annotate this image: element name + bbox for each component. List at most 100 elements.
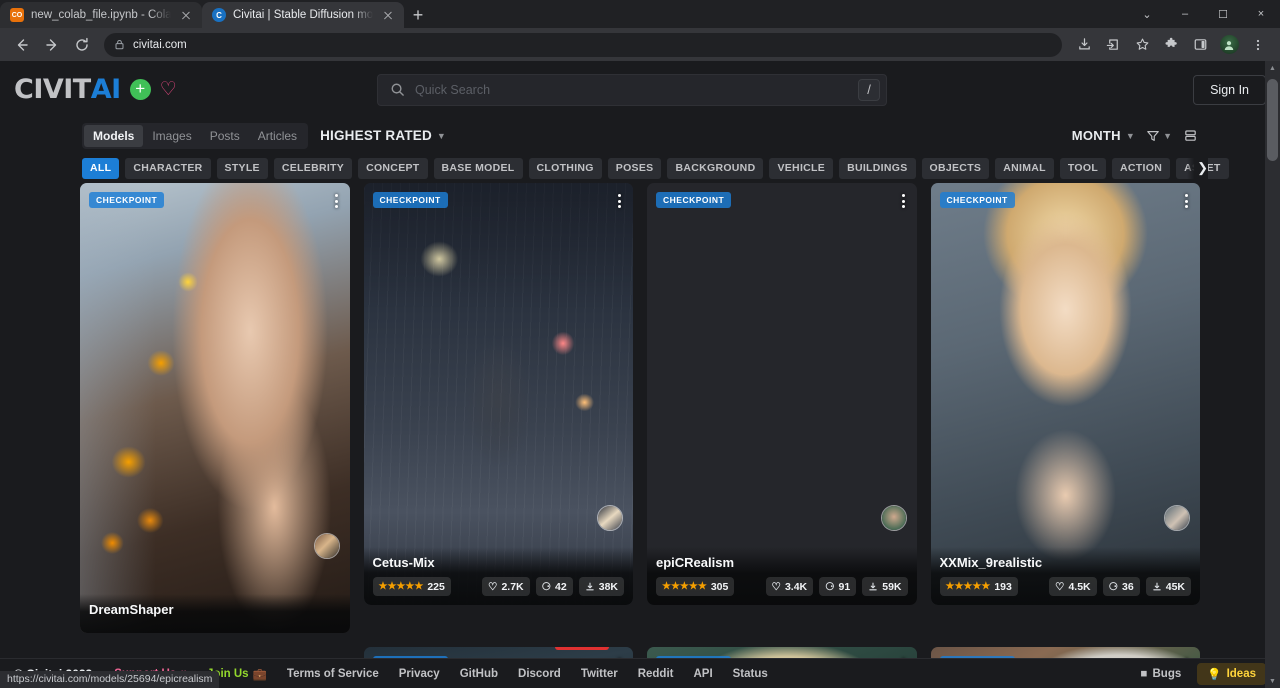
model-title: DreamShaper <box>89 602 341 617</box>
star-icons: ★★★★★ <box>946 582 991 592</box>
model-grid: CHECKPOINT DreamShaper CHECKPOINT Cetus-… <box>0 183 1280 688</box>
category-objects[interactable]: OBJECTS <box>922 158 990 179</box>
tab-search-icon[interactable]: ⌄ <box>1128 0 1166 28</box>
category-vehicle[interactable]: VEHICLE <box>769 158 833 179</box>
scroll-down-icon[interactable]: ▼ <box>1265 674 1280 688</box>
browser-tab-colab[interactable]: CO new_colab_file.ipynb - Colaborat <box>0 2 202 28</box>
creator-avatar[interactable] <box>314 533 340 559</box>
category-style[interactable]: STYLE <box>217 158 268 179</box>
sign-in-button[interactable]: Sign In <box>1193 75 1266 105</box>
share-icon[interactable] <box>1099 31 1127 59</box>
sort-dropdown[interactable]: HIGHEST RATED ▼ <box>320 128 446 143</box>
model-title: XXMix_9realistic <box>940 555 1192 570</box>
footer-link-privacy[interactable]: Privacy <box>399 668 440 680</box>
period-label: MONTH <box>1072 128 1121 143</box>
bug-icon: ■ <box>1141 668 1148 680</box>
category-character[interactable]: CHARACTER <box>125 158 210 179</box>
category-action[interactable]: ACTION <box>1112 158 1170 179</box>
install-app-icon[interactable] <box>1070 31 1098 59</box>
filter-icon <box>1146 129 1160 143</box>
category-concept[interactable]: CONCEPT <box>358 158 427 179</box>
category-tool[interactable]: TOOL <box>1060 158 1106 179</box>
category-celebrity[interactable]: CELEBRITY <box>274 158 352 179</box>
tab-posts[interactable]: Posts <box>201 125 249 147</box>
search-box[interactable]: / <box>377 74 887 106</box>
footer-link-terms[interactable]: Terms of Service <box>287 668 379 680</box>
card-menu-icon[interactable] <box>900 192 907 210</box>
creator-avatar[interactable] <box>881 505 907 531</box>
status-badge: CHECKPOINT <box>373 192 448 208</box>
footer-link-discord[interactable]: Discord <box>518 668 561 680</box>
bookmark-star-icon[interactable] <box>1128 31 1156 59</box>
close-window-icon[interactable]: × <box>1242 0 1280 28</box>
layout-toggle-button[interactable] <box>1183 128 1198 143</box>
period-dropdown[interactable]: MONTH ▼ <box>1072 128 1135 143</box>
category-clothing[interactable]: CLOTHING <box>529 158 602 179</box>
site-logo[interactable]: CIVITAI + ♡ <box>14 74 177 105</box>
profile-avatar[interactable] <box>1215 31 1243 59</box>
scrollbar-track[interactable] <box>1265 75 1280 674</box>
footer-link-twitter[interactable]: Twitter <box>581 668 618 680</box>
page-scrollbar[interactable]: ▲ ▼ <box>1265 61 1280 688</box>
model-card[interactable]: CHECKPOINT Cetus-Mix ★★★★★ 225 ♡ 2.7K <box>364 183 634 605</box>
lightbulb-icon: 💡 <box>1207 667 1221 681</box>
close-icon[interactable] <box>380 7 396 23</box>
layout-icon <box>1183 128 1198 143</box>
scroll-up-icon[interactable]: ▲ <box>1265 61 1280 75</box>
filter-button[interactable]: ▼ <box>1146 129 1172 143</box>
comment-icon: ⚆ <box>1109 581 1118 593</box>
footer-link-reddit[interactable]: Reddit <box>638 668 674 680</box>
search-shortcut-key: / <box>858 79 880 101</box>
forward-icon[interactable] <box>38 31 66 59</box>
card-menu-icon[interactable] <box>1183 192 1190 210</box>
footer-link-api[interactable]: API <box>693 668 712 680</box>
tab-models[interactable]: Models <box>84 125 143 147</box>
tab-articles[interactable]: Articles <box>249 125 306 147</box>
category-poses[interactable]: POSES <box>608 158 662 179</box>
address-bar[interactable]: civitai.com <box>104 33 1062 57</box>
model-card[interactable]: CHECKPOINT epiCRealism ★★★★★ 305 ♡ 3.4K <box>647 183 917 605</box>
tab-images[interactable]: Images <box>143 125 200 147</box>
reload-icon[interactable] <box>68 31 96 59</box>
model-card[interactable]: CHECKPOINT XXMix_9realistic ★★★★★ 193 ♡ … <box>931 183 1201 605</box>
comments-count: 91 <box>839 581 851 593</box>
scrollbar-thumb[interactable] <box>1267 79 1278 161</box>
category-background[interactable]: BACKGROUND <box>667 158 763 179</box>
minimize-icon[interactable]: – <box>1166 0 1204 28</box>
category-animal[interactable]: ANIMAL <box>995 158 1054 179</box>
category-base-model[interactable]: BASE MODEL <box>434 158 523 179</box>
card-menu-icon[interactable] <box>616 192 623 210</box>
close-icon[interactable] <box>178 7 194 23</box>
ideas-button[interactable]: 💡 Ideas <box>1197 663 1266 685</box>
search-input[interactable] <box>415 83 848 97</box>
status-badge: CHECKPOINT <box>89 192 164 208</box>
category-buildings[interactable]: BUILDINGS <box>839 158 915 179</box>
footer-link-github[interactable]: GitHub <box>460 668 498 680</box>
creator-avatar[interactable] <box>1164 505 1190 531</box>
extensions-icon[interactable] <box>1157 31 1185 59</box>
comments-pill: ⚆ 36 <box>1103 577 1140 596</box>
footer-link-status[interactable]: Status <box>733 668 768 680</box>
heart-icon[interactable]: ♡ <box>160 80 177 99</box>
create-plus-icon[interactable]: + <box>130 79 151 100</box>
new-tab-button[interactable]: + <box>404 2 432 28</box>
logo-wordmark: CIVITAI <box>14 74 121 105</box>
browser-menu-icon[interactable] <box>1244 31 1272 59</box>
categories-next-icon[interactable]: ❯ <box>1187 158 1208 179</box>
bugs-button[interactable]: ■ Bugs <box>1133 665 1190 683</box>
model-stats: ★★★★★ 193 ♡ 4.5K ⚆ 36 <box>940 577 1192 596</box>
downloads-count: 38K <box>599 581 618 593</box>
category-all[interactable]: ALL <box>82 158 119 179</box>
browser-tab-civitai[interactable]: C Civitai | Stable Diffusion models, <box>202 2 404 28</box>
status-badge: CHECKPOINT <box>940 192 1015 208</box>
model-card[interactable]: CHECKPOINT DreamShaper <box>80 183 350 633</box>
side-panel-icon[interactable] <box>1186 31 1214 59</box>
back-icon[interactable] <box>8 31 36 59</box>
creator-avatar[interactable] <box>597 505 623 531</box>
downloads-count: 45K <box>1166 581 1185 593</box>
lock-icon <box>114 39 125 50</box>
sort-label: HIGHEST RATED <box>320 128 432 143</box>
downloads-pill: 38K <box>579 577 624 596</box>
maximize-icon[interactable]: ☐ <box>1204 0 1242 28</box>
card-menu-icon[interactable] <box>333 192 340 210</box>
